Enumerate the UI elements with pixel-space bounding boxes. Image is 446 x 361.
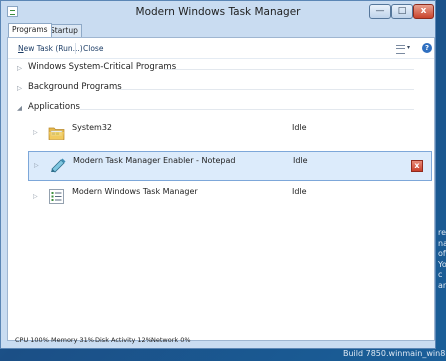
toolbar: New Task (Run...) Close ▾ ? (8, 38, 434, 59)
app-status: Idle (292, 187, 307, 196)
programs-panel: New Task (Run...) Close ▾ ? ▷ Windows Sy… (7, 37, 435, 341)
app-row-notepad[interactable]: ▷ Modern Task Manager Enabler - Notepad … (28, 151, 432, 181)
desktop-text-line: Yo (438, 259, 446, 269)
expand-arrow-icon[interactable]: ▷ (17, 84, 22, 92)
group-label: Windows System-Critical Programs (28, 62, 177, 72)
app-status: Idle (293, 156, 308, 165)
title-bar[interactable]: Modern Windows Task Manager — □ x (1, 1, 435, 23)
app-row-task-manager[interactable]: ▷ Modern Windows Task Manager Idle (28, 183, 432, 213)
group-divider (116, 89, 414, 90)
new-task-button[interactable]: New Task (Run...) (18, 44, 83, 53)
disk-activity: Disk Activity 12% (95, 336, 152, 344)
app-name: Modern Task Manager Enabler - Notepad (73, 156, 236, 165)
app-name: System32 (72, 123, 113, 132)
chevron-down-icon[interactable]: ▾ (407, 44, 410, 51)
group-system-critical[interactable]: ▷ Windows System-Critical Programs (8, 62, 434, 76)
list-view-icon[interactable] (396, 45, 405, 54)
minimize-button[interactable]: — (369, 4, 391, 19)
task-manager-window: Modern Windows Task Manager — □ x Progra… (0, 0, 436, 349)
group-divider (164, 69, 414, 70)
desktop-text-line: na (438, 238, 446, 248)
desktop-side-text: re na of Yo c ar (438, 228, 446, 291)
cpu-usage: CPU 100% (15, 336, 49, 344)
desktop-text-line: re (438, 228, 446, 237)
expand-arrow-icon[interactable]: ▷ (33, 193, 38, 200)
end-task-close-icon[interactable]: x (411, 160, 423, 172)
app-status: Idle (292, 123, 307, 132)
desktop-text-line: c (438, 270, 443, 279)
expand-arrow-icon[interactable]: ▷ (34, 162, 39, 169)
group-label: Applications (28, 102, 80, 112)
group-applications[interactable]: ◢ Applications (8, 102, 434, 116)
notepad-icon (51, 158, 66, 173)
close-window-button[interactable]: x (413, 4, 434, 19)
close-program-button[interactable]: Close (83, 44, 103, 53)
app-row-system32[interactable]: ▷ System32 Idle (28, 119, 432, 149)
memory-usage: Memory 31% (51, 336, 94, 344)
tab-programs[interactable]: Programs (8, 23, 52, 37)
collapse-arrow-icon[interactable]: ◢ (17, 104, 22, 112)
expand-arrow-icon[interactable]: ▷ (17, 64, 22, 72)
task-manager-icon (49, 189, 64, 204)
new-task-label: ew Task (Run...) (23, 44, 83, 53)
build-watermark: Build 7850.winmain_win8m1 (343, 349, 446, 358)
status-bar: CPU 100% Memory 31% Disk Activity 12% Ne… (1, 336, 435, 350)
group-divider (80, 109, 414, 110)
folder-icon (48, 127, 65, 140)
toolbar-divider (75, 43, 76, 54)
app-name: Modern Windows Task Manager (72, 187, 198, 196)
group-background-programs[interactable]: ▷ Background Programs (8, 82, 434, 96)
expand-arrow-icon[interactable]: ▷ (33, 129, 38, 136)
network-usage: Network 0% (151, 336, 191, 344)
group-label: Background Programs (28, 82, 122, 92)
desktop-text-line: of (438, 249, 446, 258)
desktop-text-line: ar (438, 280, 446, 290)
help-icon[interactable]: ? (422, 43, 432, 53)
maximize-button[interactable]: □ (391, 4, 413, 19)
